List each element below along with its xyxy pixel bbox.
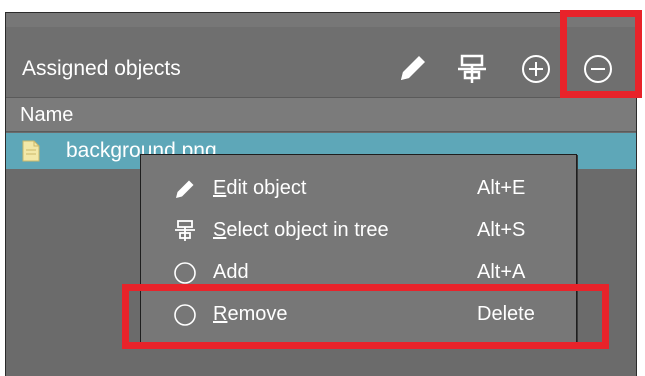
context-menu: Edit object Alt+E Select object in tree … (140, 154, 577, 346)
remove-object-button[interactable] (578, 49, 618, 89)
menu-item-shortcut: Alt+E (477, 177, 526, 199)
panel-top-strip (6, 13, 636, 27)
menu-item-label: Add (213, 261, 249, 283)
menu-item-add[interactable]: Add Alt+A (141, 251, 576, 293)
menu-item-label: Remove (213, 303, 288, 325)
pencil-icon (401, 56, 425, 80)
panel-header: Assigned objects (6, 27, 636, 97)
menu-item-shortcut: Delete (477, 303, 535, 325)
plus-circle-icon (522, 55, 550, 83)
pencil-icon (173, 177, 197, 201)
minus-circle-icon (584, 55, 612, 83)
edit-object-button[interactable] (392, 49, 432, 89)
panel-title: Assigned objects (22, 57, 181, 80)
select-in-tree-button[interactable] (452, 49, 492, 89)
circle-icon (173, 303, 197, 327)
select-in-tree-icon (458, 54, 486, 83)
menu-item-select-in-tree[interactable]: Select object in tree Alt+S (141, 209, 576, 251)
file-icon (22, 140, 40, 162)
menu-item-edit-object[interactable]: Edit object Alt+E (141, 167, 576, 209)
menu-item-shortcut: Alt+S (477, 219, 526, 241)
menu-item-shortcut: Alt+A (477, 261, 526, 283)
menu-item-label: Select object in tree (213, 219, 389, 241)
add-object-button[interactable] (516, 49, 556, 89)
column-header-label: Name (20, 104, 74, 126)
circle-icon (173, 261, 197, 285)
select-in-tree-icon (173, 219, 197, 243)
menu-item-remove[interactable]: Remove Delete (141, 293, 576, 335)
column-header-name[interactable]: Name (6, 97, 636, 132)
menu-item-label: Edit object (213, 177, 307, 199)
